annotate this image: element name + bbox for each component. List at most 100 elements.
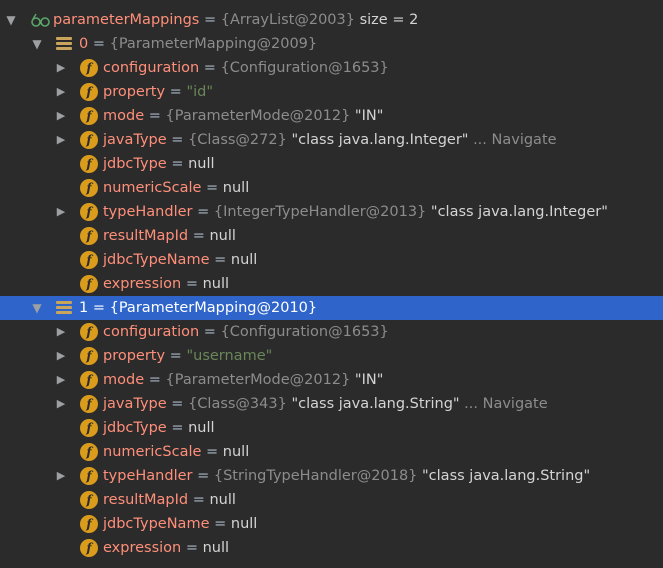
navigate-link[interactable]: ... Navigate — [460, 396, 548, 412]
tree-row-field[interactable]: ▶ f mode = {ParameterMode@2012} "IN" — [0, 104, 663, 128]
object-reference: {ParameterMapping@2010} — [109, 300, 318, 316]
tree-node-text: jdbcTypeName = null — [103, 248, 257, 272]
expand-arrow-right-icon[interactable]: ▶ — [54, 392, 68, 416]
tree-node-text: jdbcType = null — [103, 152, 215, 176]
object-reference: {IntegerTypeHandler@2013} — [213, 204, 427, 220]
tree-row-field[interactable]: ▶ f property = "id" — [0, 80, 663, 104]
equals-sign: = — [209, 252, 231, 268]
equals-sign: = — [88, 36, 110, 52]
field-value: null — [202, 540, 230, 556]
object-reference: {Class@343} — [188, 396, 287, 412]
object-reference: {StringTypeHandler@2018} — [213, 468, 418, 484]
expand-arrow-right-icon[interactable]: ▶ — [54, 320, 68, 344]
tree-node-text: mode = {ParameterMode@2012} "IN" — [103, 368, 383, 392]
tree-node-text: 1 = {ParameterMapping@2010} — [79, 296, 317, 320]
equals-sign: = — [199, 324, 221, 340]
tree-node-text: configuration = {Configuration@1653} — [103, 320, 389, 344]
item-index: 1 — [79, 300, 89, 316]
field-value: "IN" — [350, 108, 384, 124]
field-name: mode — [103, 372, 145, 388]
expand-arrow-right-icon[interactable]: ▶ — [54, 368, 68, 392]
tree-row-field[interactable]: ▶ f javaType = {Class@272} "class java.l… — [0, 128, 663, 152]
equals-sign: = — [201, 444, 223, 460]
object-reference: {ParameterMapping@2009} — [109, 36, 318, 52]
expand-arrow-right-icon[interactable]: ▶ — [54, 464, 68, 488]
field-name: property — [103, 348, 166, 364]
field-f-icon: f — [80, 419, 98, 437]
equals-sign: = — [165, 84, 187, 100]
tree-row-field[interactable]: ▶ f typeHandler = {IntegerTypeHandler@20… — [0, 200, 663, 224]
tree-node-text: resultMapId = null — [103, 224, 236, 248]
tree-row-root[interactable]: ▼ parameterMappings = {ArrayList@2003} s… — [0, 8, 663, 32]
tree-row-field[interactable]: f jdbcTypeName = null — [0, 248, 663, 272]
expand-arrow-right-icon[interactable]: ▶ — [54, 200, 68, 224]
tree-row-field[interactable]: f resultMapId = null — [0, 488, 663, 512]
navigate-link[interactable]: ... Navigate — [468, 132, 557, 148]
equals-sign: = — [166, 156, 189, 172]
field-value: null — [209, 492, 236, 508]
tree-row-field[interactable]: f numericScale = null — [0, 440, 663, 464]
field-value: null — [188, 420, 215, 436]
expand-arrow-down-icon[interactable]: ▼ — [4, 8, 18, 32]
tree-node-text: property = "id" — [103, 80, 213, 104]
expand-arrow-down-icon[interactable]: ▼ — [30, 32, 44, 56]
tree-node-text: javaType = {Class@272} "class java.lang.… — [103, 128, 557, 152]
field-f-icon: f — [80, 323, 98, 341]
tree-row-field[interactable]: ▶ f mode = {ParameterMode@2012} "IN" — [0, 368, 663, 392]
field-f-icon: f — [80, 539, 98, 557]
field-f-icon: f — [80, 107, 98, 125]
field-name: javaType — [103, 396, 167, 412]
expand-arrow-down-icon[interactable]: ▼ — [30, 296, 44, 320]
expand-arrow-right-icon[interactable]: ▶ — [54, 344, 68, 368]
tree-row-field[interactable]: f jdbcTypeName = null — [0, 512, 663, 536]
tree-row-field[interactable]: f jdbcType = null — [0, 152, 663, 176]
tree-node-text: expression = null — [103, 272, 229, 296]
field-name: jdbcType — [103, 420, 167, 436]
tree-row-field[interactable]: ▶ f configuration = {Configuration@1653} — [0, 320, 663, 344]
tree-row-field[interactable]: ▶ f javaType = {Class@343} "class java.l… — [0, 392, 663, 416]
equals-sign: = — [144, 108, 166, 124]
tree-row-item[interactable]: ▼ 0 = {ParameterMapping@2009} — [0, 32, 663, 56]
debugger-variables-tree: ▼ parameterMappings = {ArrayList@2003} s… — [0, 0, 663, 568]
expand-arrow-right-icon[interactable]: ▶ — [54, 104, 68, 128]
field-f-icon: f — [80, 59, 98, 77]
string-value: "username" — [186, 348, 273, 364]
tree-row-field[interactable]: ▶ f property = "username" — [0, 344, 663, 368]
field-value: null — [188, 156, 215, 172]
tree-node-text: 0 = {ParameterMapping@2009} — [79, 32, 317, 56]
field-f-icon: f — [80, 155, 98, 173]
tree-row-field[interactable]: f resultMapId = null — [0, 224, 663, 248]
tree-row-field[interactable]: f jdbcType = null — [0, 416, 663, 440]
equals-sign: = — [188, 492, 210, 508]
tree-row-field[interactable]: f expression = null — [0, 536, 663, 560]
field-f-icon: f — [80, 395, 98, 413]
field-value: "IN" — [350, 372, 384, 388]
expand-arrow-right-icon[interactable]: ▶ — [54, 80, 68, 104]
field-value: "class java.lang.String" — [417, 468, 591, 484]
tree-row-field[interactable]: f expression = null — [0, 272, 663, 296]
tree-row-item-selected[interactable]: ▼ 1 = {ParameterMapping@2010} — [0, 296, 663, 320]
equals-sign: = — [192, 468, 214, 484]
field-name: resultMapId — [103, 228, 189, 244]
field-name: configuration — [103, 60, 200, 76]
tree-row-field[interactable]: ▶ f typeHandler = {StringTypeHandler@201… — [0, 464, 663, 488]
equals-sign: = — [144, 372, 166, 388]
tree-row-field[interactable]: f numericScale = null — [0, 176, 663, 200]
object-reference: {Configuration@1653} — [220, 324, 389, 340]
field-f-icon: f — [80, 83, 98, 101]
tree-node-text: typeHandler = {IntegerTypeHandler@2013} … — [103, 200, 608, 224]
tree-node-text: javaType = {Class@343} "class java.lang.… — [103, 392, 548, 416]
field-value: "class java.lang.String" — [286, 396, 460, 412]
expand-arrow-right-icon[interactable]: ▶ — [54, 56, 68, 80]
equals-sign: = — [188, 228, 210, 244]
field-f-icon: f — [80, 371, 98, 389]
object-reference: {Class@272} — [188, 132, 287, 148]
expand-arrow-right-icon[interactable]: ▶ — [54, 128, 68, 152]
tree-node-text: numericScale = null — [103, 176, 249, 200]
field-name: expression — [103, 276, 182, 292]
field-name: configuration — [103, 324, 200, 340]
field-name: jdbcTypeName — [103, 252, 210, 268]
field-f-icon: f — [80, 443, 98, 461]
tree-row-field[interactable]: ▶ f configuration = {Configuration@1653} — [0, 56, 663, 80]
field-value: null — [222, 180, 250, 196]
